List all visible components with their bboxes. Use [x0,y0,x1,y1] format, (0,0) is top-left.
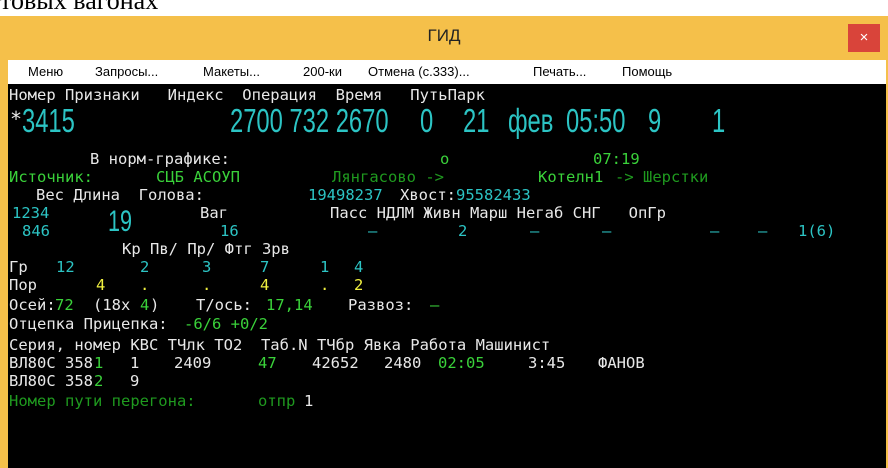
route-from: Лянгасово -> [332,168,444,186]
axles-four: 4 [140,296,150,314]
loco2-series: ВЛ80С 358 [9,372,93,390]
wagons-count: 16 [220,222,239,240]
train-time: 05:50 [566,102,626,139]
train-index: 2700 732 2670 [230,102,389,139]
load-value: 17,14 [266,296,313,314]
menu-item-layouts[interactable]: Макеты... [203,64,260,79]
por-extra: 2 [354,276,364,294]
gr-label: Гр [9,258,28,276]
window-title: ГИД [427,26,461,45]
train-number: 3415 [22,102,75,139]
menu-item-requests[interactable]: Запросы... [95,64,158,79]
gr-kr: 12 [56,258,75,276]
gid-window: ГИД × Меню Запросы... Макеты... 200-ки О… [0,16,888,468]
por-ftg: 4 [260,276,270,294]
weight-header: Вес Длина Голова: [36,186,204,204]
loco2-digit: 2 [94,372,104,390]
axles-mult: (18x [93,296,131,314]
load-label: Т/ось: [196,296,252,314]
otcep-value: -6/6 +0/2 [184,315,268,333]
train-month: фев [508,102,554,139]
train-track: 9 [648,102,662,139]
menu-item-help[interactable]: Помощь [622,64,672,79]
loco1-yavka: 02:05 [438,354,485,372]
path-value: 1 [304,392,314,410]
title-bar[interactable]: ГИД × [0,16,888,60]
menu-bar: Меню Запросы... Макеты... 200-ки Отмена … [8,60,886,84]
cropped-caption: товых вагонах [0,0,159,15]
menu-item-menu[interactable]: Меню [28,64,63,79]
loco1-to2: 47 [258,354,277,372]
axles-close: ) [150,296,160,314]
cat-marsh: – [602,222,612,240]
axles-value: 72 [55,296,74,314]
loco1-tab: 42652 [312,354,359,372]
route-to: -> Шерстки [615,168,709,186]
close-button[interactable]: × [848,24,880,52]
cat-ndlm: 2 [458,222,468,240]
gr-pv: 2 [140,258,150,276]
axles-label: Осей: [9,296,56,314]
cat-opgr: 1(6) [798,222,836,240]
category-header: Пасс НДЛМ Живн Марш Негаб СНГ ОпГр [330,204,666,222]
loco1-work: 3:45 [528,354,566,372]
gr-pr: 3 [202,258,212,276]
cat-zhivn: – [530,222,540,240]
razvoz-label: Развоз: [348,296,414,314]
loco1-tchlk: 2409 [174,354,212,372]
por-zrv: . [320,276,330,294]
por-pr: . [202,276,212,294]
menu-item-cancel[interactable]: Отмена (с.333)... [368,64,470,79]
menu-item-print[interactable]: Печать... [533,64,586,79]
gr-ftg: 7 [260,258,270,276]
menu-item-200s[interactable]: 200-ки [303,64,342,79]
route-mid: Котелн1 [538,168,604,186]
tail-value: 95582433 [456,186,531,204]
path-otpr: отпр [258,392,296,410]
source-label: Источник: [9,168,93,186]
train-day: 21 [463,102,490,139]
group-header: Кр Пв/ Пр/ Фтг Зрв [122,240,290,258]
por-kr: 4 [96,276,106,294]
gr-zrv: 1 [320,258,330,276]
schedule-time: 07:19 [593,150,640,168]
cat-sng: – [758,222,768,240]
train-weight-2: 846 [22,222,50,240]
schedule-mark: о [440,150,450,168]
cat-pass: – [368,222,378,240]
tail-label: Хвост: [400,186,456,204]
loco1-digit: 1 [94,354,104,372]
por-label: Пор [9,276,37,294]
source-value: СЦБ АСОУП [156,168,240,186]
por-pv: . [140,276,150,294]
razvoz-value: – [430,296,440,314]
train-length: 19 [108,205,133,238]
train-weight: 1234 [12,204,50,222]
cat-negab: – [710,222,720,240]
otcep-label: Отцепка Прицепка: [9,315,168,333]
loco1-kvs: 1 [130,354,140,372]
train-park: 1 [712,102,726,139]
train-star: * [10,107,23,131]
schedule-label: В норм-графике: [90,150,230,168]
path-label: Номер пути перегона: [9,392,196,410]
loco2-kvs: 9 [130,372,140,390]
loco-header: Серия, номер КВС ТЧлк ТО2 Таб.N ТЧбр Явк… [9,336,551,354]
terminal-screen: Номер Признаки Индекс Операция Время Пут… [8,84,886,468]
loco1-tchbr: 2480 [384,354,422,372]
loco1-series: ВЛ80С 358 [9,354,93,372]
gr-extra: 4 [354,258,364,276]
operation-code: 0 [420,102,434,139]
loco1-driver: ФАНОВ [598,354,645,372]
head-value: 19498237 [308,186,383,204]
wagons-label: Ваг [200,204,228,222]
